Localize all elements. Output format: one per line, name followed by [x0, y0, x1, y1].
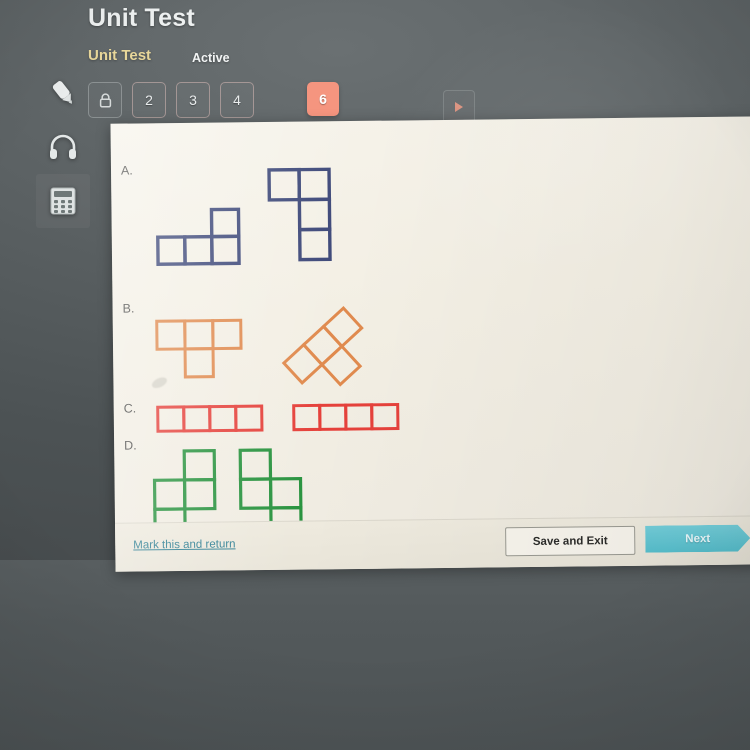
- action-bar: Mark this and return Save and Exit Next: [115, 515, 750, 572]
- next-button[interactable]: Next: [645, 525, 750, 553]
- calculator-icon: [50, 187, 76, 215]
- option-label-c: C.: [123, 401, 137, 416]
- status-badge: Active: [192, 51, 230, 65]
- photo-of-screen: Unit Test Unit Test Active 2 3 4 6 A. B.…: [0, 0, 750, 750]
- calculator-tool[interactable]: [36, 174, 90, 228]
- desk-surface: [0, 560, 750, 750]
- breadcrumb-unit-test: Unit Test: [88, 47, 152, 64]
- lock-icon: [99, 92, 111, 107]
- highlighter-tool[interactable]: [36, 66, 90, 120]
- option-b-figure-1[interactable]: [151, 312, 282, 398]
- question-chip-2[interactable]: 2: [132, 82, 166, 118]
- page-title: Unit Test: [88, 4, 195, 32]
- mark-this-and-return-link[interactable]: Mark this and return: [133, 538, 235, 551]
- question-chip-3[interactable]: 3: [176, 82, 210, 118]
- question-chip-6-current[interactable]: 6: [307, 82, 339, 116]
- option-label-d: D.: [124, 438, 137, 453]
- test-header: Unit Test Unit Test Active 2 3 4 6: [0, 0, 750, 228]
- question-chip-4[interactable]: 4: [220, 82, 254, 118]
- tool-rail: [36, 62, 90, 230]
- highlighter-icon: [52, 81, 73, 104]
- option-a-figure-2[interactable]: [261, 161, 372, 277]
- save-and-exit-button[interactable]: Save and Exit: [505, 525, 636, 557]
- option-b-figure-2[interactable]: [270, 299, 381, 405]
- option-c-figure-2[interactable]: [288, 400, 418, 435]
- audio-tool[interactable]: [36, 120, 90, 174]
- play-arrow-icon: [455, 102, 463, 112]
- option-label-a: A.: [120, 163, 133, 178]
- option-c-figure-1[interactable]: [152, 402, 282, 437]
- headphones-icon: [50, 134, 76, 159]
- question-chip-locked[interactable]: [88, 82, 122, 118]
- option-label-b: B.: [122, 301, 135, 316]
- question-content-panel: A. B. C. D. Mark this and return Save an…: [110, 116, 750, 572]
